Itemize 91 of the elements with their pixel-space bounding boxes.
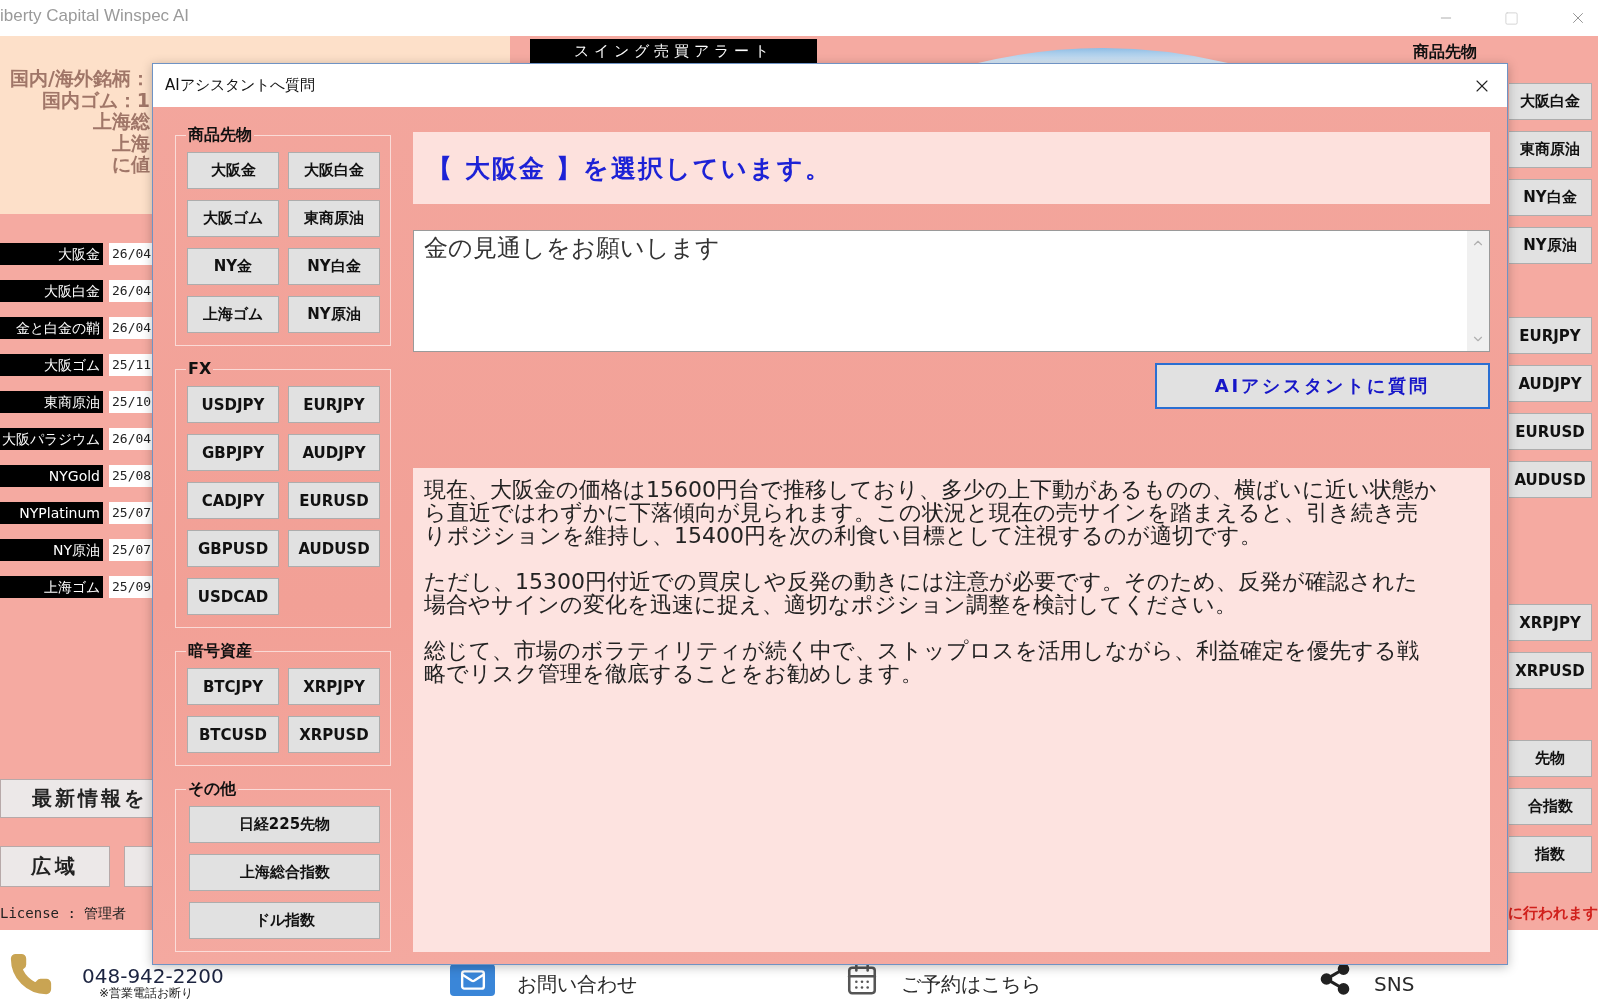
instrument-button[interactable]: NY白金 [288,248,380,285]
instrument-button[interactable]: 先物 [1509,740,1592,777]
instrument-button[interactable]: NY原油 [1509,227,1592,264]
area-button[interactable]: 広域 [0,846,110,887]
instrument-button[interactable]: AUDJPY [288,434,380,471]
answer-paragraph: ただし、15300円付近での買戻しや反発の動きには注意が必要です。そのため、反発が確認された場合やサインの変化を迅速に捉え、適切なポジション調整を検討してください。 [424,570,1419,616]
instrument-button[interactable]: 日経225先物 [189,806,380,843]
phone-icon [8,951,54,997]
instrument-button[interactable]: 東商原油 [288,200,380,237]
signal-date: 25/07 [109,539,152,561]
instrument-button[interactable]: USDCAD [187,578,279,615]
question-field[interactable]: 金の見通しをお願いします [413,230,1490,352]
dialog-title: AIアシスタントへ質問 [165,76,315,95]
signal-date: 25/11 [109,354,152,376]
instrument-button[interactable]: 大阪ゴム [187,200,279,237]
phone-number: 048-942-2200 [82,966,224,987]
instrument-button[interactable]: GBPUSD [187,530,279,567]
signal-date: 25/08 [109,465,152,487]
sns-link[interactable]: SNS [1318,962,1614,1000]
signal-name: 大阪ゴム [0,354,103,376]
window-title: iberty Capital Winspec AI [0,6,189,26]
instrument-button[interactable]: AUDUSD [288,530,380,567]
signal-name: 金と白金の鞘 [0,317,103,339]
info-text: 上海 [112,132,150,154]
instrument-button[interactable]: XRPJPY [1509,604,1592,641]
instrument-button[interactable]: 東商原油 [1509,131,1592,168]
instrument-button[interactable]: GBPJPY [187,434,279,471]
instrument-button[interactable]: EURJPY [1509,317,1592,354]
instrument-button[interactable]: 大阪白金 [1509,83,1592,120]
instrument-button[interactable]: NY金 [187,248,279,285]
instrument-button[interactable]: EURJPY [288,386,380,423]
calendar-icon [845,962,879,996]
instrument-button[interactable]: 上海総合指数 [189,854,380,891]
instrument-button[interactable]: BTCJPY [187,668,279,705]
instrument-button[interactable]: NY白金 [1509,179,1592,216]
signal-date: 26/04 [109,317,152,339]
news-button[interactable]: 最新情報を [0,779,152,818]
instrument-button[interactable]: AUDUSD [1509,461,1592,498]
signal-date: 25/10 [109,391,152,413]
phone-note: ※営業電話お断り [99,987,195,1000]
instrument-button[interactable]: CADJPY [187,482,279,519]
signal-date: 25/09 [109,576,152,598]
group-label: 暗号資産 [187,642,253,660]
signal-name: NYGold [0,465,103,487]
instrument-button[interactable]: USDJPY [187,386,279,423]
signal-name: 大阪白金 [0,280,103,302]
instrument-button[interactable]: 上海ゴム [187,296,279,333]
instrument-button[interactable]: 指数 [1509,836,1592,873]
signal-date: 26/04 [109,428,152,450]
signal-date: 26/04 [109,243,152,265]
answer-paragraph: 総じて、市場のボラティリティが続く中で、ストップロスを活用しながら、利益確定を優先する戦略でリスク管理を徹底することをお勧めします。 [424,639,1420,685]
signal-name: NYPlatinum [0,502,103,524]
envelope-icon [450,964,495,996]
info-text: 国内/海外銘柄： [10,68,150,90]
selection-banner: 【 大阪金 】を選択しています。 [413,132,1490,204]
signal-name: 大阪パラジウム [0,428,103,450]
signal-name: 上海ゴム [0,576,103,598]
instrument-button[interactable]: ドル指数 [189,902,380,939]
alert-header: スイング売買アラート [530,39,817,63]
instrument-button[interactable]: EURUSD [288,482,380,519]
blank-button[interactable] [124,846,152,887]
info-text: 国内ゴム：1 [41,89,150,111]
instrument-button[interactable]: 大阪金 [187,152,279,189]
group-label: FX [187,360,213,378]
share-icon [1318,962,1352,996]
ask-button[interactable]: AIアシスタントに質問 [1155,363,1490,409]
notice-text: に行われます [1508,905,1598,921]
instrument-button[interactable]: XRPJPY [288,668,380,705]
signal-date: 26/04 [109,280,152,302]
answer-paragraph: 現在、大阪金の価格は15600円台で推移しており、多少の上下動があるものの、横ばいに近い状態から直近ではわずかに下落傾向が見られます。この状況と現在の売サインを踏まえると、引き続き売りポジションを維持し、15400円を次の利食い目標として注視するのが適切です。 [424,478,1438,547]
group-label: その他 [187,780,237,798]
info-text: 上海総 [93,111,150,133]
instrument-button[interactable]: XRPUSD [1509,652,1592,689]
instrument-button[interactable]: XRPUSD [288,716,380,753]
instrument-button[interactable]: AUDJPY [1509,365,1592,402]
contact-link[interactable]: お問い合わせ [450,964,845,1000]
info-text: に値 [112,154,150,176]
instrument-button[interactable]: 合指数 [1509,788,1592,825]
booking-link[interactable]: ご予約はこちら [845,962,1318,1000]
signal-name: NY原油 [0,539,103,561]
license-text: License : 管理者 [0,905,128,921]
category-heading: 商品先物 [1413,42,1477,62]
signal-name: 大阪金 [0,243,103,265]
group-label: 商品先物 [187,126,253,144]
maximize-icon[interactable] [1504,10,1519,26]
instrument-button[interactable]: NY原油 [288,296,380,333]
signal-name: 東商原油 [0,391,103,413]
instrument-button[interactable]: 大阪白金 [288,152,380,189]
instrument-button[interactable]: BTCUSD [187,716,279,753]
instrument-button[interactable]: EURUSD [1509,413,1592,450]
signal-date: 25/07 [109,502,152,524]
